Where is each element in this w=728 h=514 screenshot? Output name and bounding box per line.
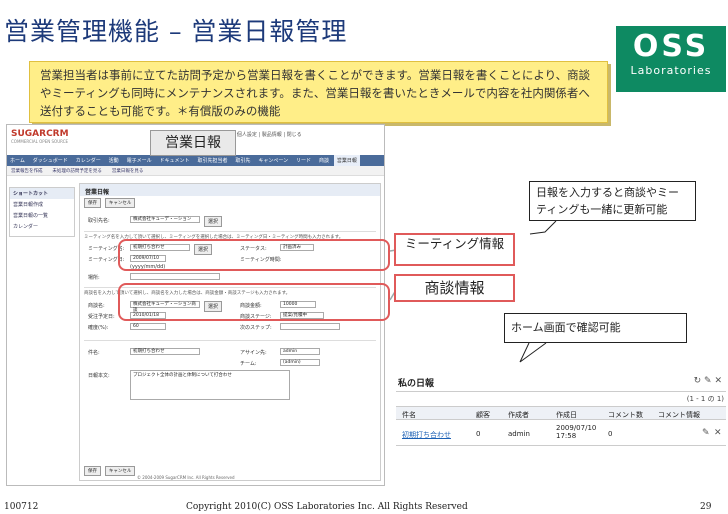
dashlet-header: 私の日報 ↻ ✎ ✕ [396,372,726,392]
row-author: admin [508,430,530,438]
save-button[interactable]: 保存 [84,198,101,208]
sidebar-item-list[interactable]: 営業日報の一覧 [10,210,74,221]
shortcut-bar: 営業報告を作成 未処理の訪問予定を見る 営業日報を見る [7,166,384,176]
team-label: チーム: [240,361,257,367]
cancel-button-bottom[interactable]: キャンセル [104,466,136,476]
content-label: 日報本文: [88,373,110,379]
dashlet-pager: (1 - 1 の 1) [686,395,724,403]
assigned-input[interactable]: admin [280,348,320,355]
sugarcrm-logo: SUGARCRM COMMERCIAL OPEN SOURCE [11,129,69,144]
sidebar-item-create[interactable]: 営業日報作成 [10,199,74,210]
sugarcrm-footer: © 2004-2009 SugarCRM Inc. All Rights Res… [137,475,235,480]
nav-leads[interactable]: リード [293,155,314,166]
meeting-highlight [118,239,390,271]
subject-label: 件名: [88,350,100,356]
shortcut-create-report[interactable]: 営業報告を作成 [7,166,47,176]
shortcut-unprocessed-visits[interactable]: 未処理の訪問予定を見る [48,166,106,176]
shortcut-view-reports[interactable]: 営業日報を見る [108,166,148,176]
col-comment-info[interactable]: コメント情報 [658,410,700,420]
bubble1-tail [529,220,557,235]
feature-description: 営業担当者は事前に立てた訪問予定から営業日報を書くことができます。営業日報を書く… [29,61,608,123]
nav-campaigns[interactable]: キャンペーン [255,155,291,166]
edit-icon[interactable]: ✎ [702,428,710,438]
row-comment-count: 0 [608,430,613,438]
assigned-label: アサイン先: [240,350,267,356]
nav-contacts[interactable]: 取引先担当者 [194,155,230,166]
sidebar-item-calendar[interactable]: カレンダー [10,221,74,232]
content-textarea[interactable]: プロジェクト全体の計画と体制について打合わせ [130,370,290,400]
probability-input[interactable]: 60 [130,323,166,330]
place-label: 場所: [88,275,100,281]
nav-daily-report[interactable]: 営業日報 [333,155,360,166]
save-button-bottom[interactable]: 保存 [84,466,101,476]
cancel-button[interactable]: キャンセル [104,198,136,208]
col-subject[interactable]: 件名 [402,410,416,420]
nav-home[interactable]: ホーム [7,155,28,166]
nav-activities[interactable]: 活動 [106,155,122,166]
footer-copyright: Copyright 2010(C) OSS Laboratories Inc. … [186,502,468,512]
bubble2-tail [519,342,547,363]
footer-page-number: 29 [700,502,712,512]
nav-accounts[interactable]: 取引先 [232,155,253,166]
nav-dashboard[interactable]: ダッシュボード [30,155,71,166]
col-client[interactable]: 顧客 [476,410,490,420]
divider [84,340,376,341]
report-form: 営業日報 保存 キャンセル 取引先名: 株式会社キューデ・ーション 選択 ミーテ… [79,183,381,481]
row-date: 2009/07/10 17:58 [556,424,597,440]
home-callout: ホーム画面で確認可能 [504,313,687,343]
brand-name: SUGARCRM [11,129,69,139]
col-date[interactable]: 作成日 [556,410,577,420]
nav-documents[interactable]: ドキュメント [157,155,193,166]
footer-date: 100712 [4,502,39,512]
logo-text: OSS [632,29,710,64]
daily-report-label: 営業日報 [150,130,236,156]
probability-label: 確度(%): [88,325,109,331]
dashlet-tool-icons[interactable]: ↻ ✎ ✕ [694,376,722,386]
oss-logo: OSS Laboratories [616,26,726,92]
logo-subtext: Laboratories [630,64,712,77]
form-buttons-top: 保存 キャンセル [84,198,137,208]
dashlet-title: 私の日報 [398,379,435,389]
sidebar-header: ショートカット [10,188,74,199]
module-nav: ホーム ダッシュボード カレンダー 活動 電子メール ドキュメント 取引先担当者… [7,155,384,166]
next-step-input[interactable] [280,323,340,330]
next-step-label: 次のステップ: [240,325,272,331]
nav-email[interactable]: 電子メール [124,155,155,166]
close-date-label: 受注予定日: [88,314,115,320]
divider [84,231,376,232]
dashlet-table-header: 件名 顧客 作成者 作成日 コメント数 コメント情報 [396,406,726,420]
sidebar-shortcuts: ショートカット 営業日報作成 営業日報の一覧 カレンダー [9,187,75,237]
account-input[interactable]: 株式会社キューデ・ーション [130,216,200,223]
update-callout: 日報を入力すると商談やミーティングも一緒に更新可能 [529,181,696,221]
brand-tagline: COMMERCIAL OPEN SOURCE [11,139,69,144]
subject-input[interactable]: 初期打ち合わせ [130,348,200,355]
row-subject-link[interactable]: 初期打ち合わせ [402,430,451,440]
account-select-button[interactable]: 選択 [204,216,223,227]
form-header: 営業日報 [80,184,380,196]
nav-calendar[interactable]: カレンダー [73,155,104,166]
opportunity-highlight [118,283,390,321]
delete-icon[interactable]: ✕ [714,428,722,438]
opportunity-info-label: 商談情報 [394,274,515,302]
row-client: 0 [476,430,481,438]
opp-name-label: 商談名: [88,303,105,309]
team-input[interactable]: (admin) [280,359,320,366]
meeting-info-label: ミーティング情報 [394,233,515,266]
account-label: 取引先名: [88,218,110,224]
form-buttons-bottom: 保存 キャンセル [84,466,137,476]
col-comment-count[interactable]: コメント数 [608,410,643,420]
slide-title: 営業管理機能 – 営業日報管理 [4,17,348,46]
col-author[interactable]: 作成者 [508,410,529,420]
my-reports-dashlet: 私の日報 ↻ ✎ ✕ (1 - 1 の 1) 件名 顧客 作成者 作成日 コメン… [396,372,726,462]
place-input[interactable] [130,273,220,280]
table-row: 初期打ち合わせ 0 admin 2009/07/10 17:58 0 ✎ ✕ [396,422,726,446]
nav-opportunities[interactable]: 商談 [316,155,332,166]
